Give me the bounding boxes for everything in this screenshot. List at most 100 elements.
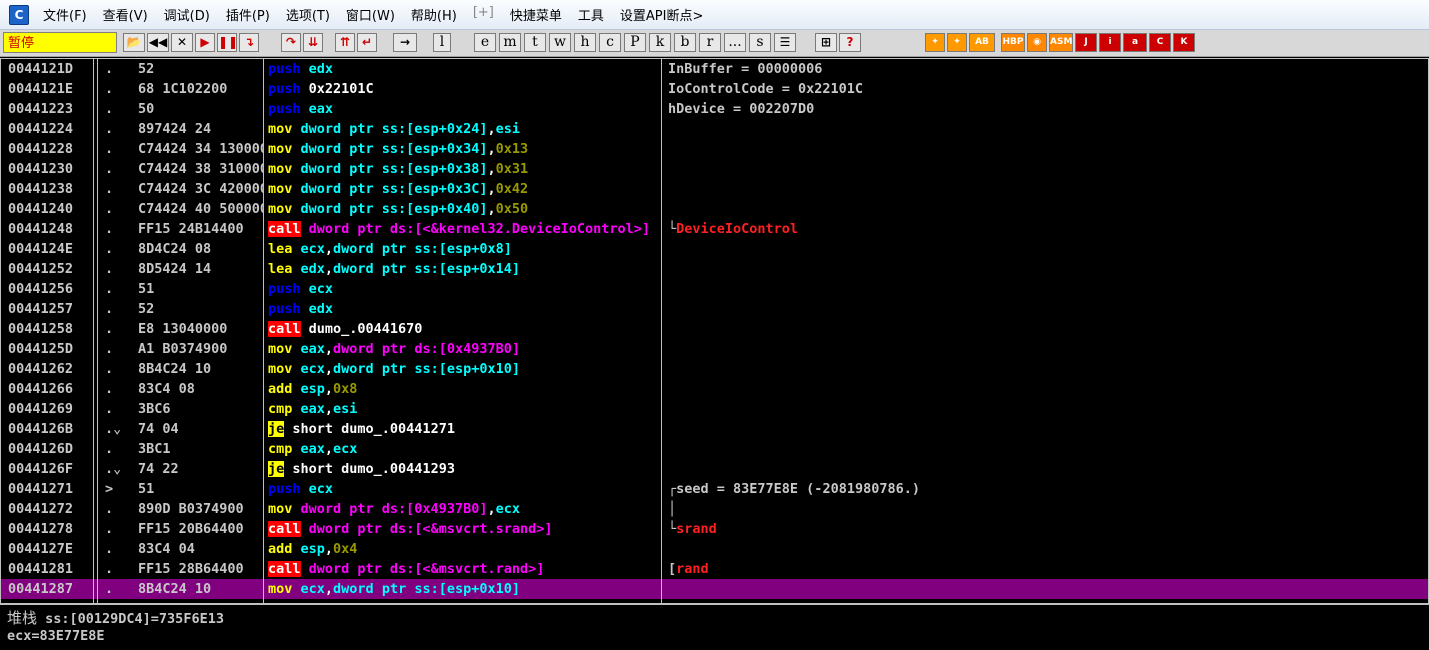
- disasm-row[interactable]: 00441223. 50 push eax hDevice = 002207D0: [1, 99, 1428, 119]
- disasm-row[interactable]: 00441258. E8 13040000 call dumo_.00441670: [1, 319, 1428, 339]
- address: 0044124E: [8, 241, 74, 257]
- jump-marker: .: [105, 181, 114, 197]
- menu-item[interactable]: 窗口(W): [338, 5, 403, 24]
- menu-item[interactable]: 工具: [570, 5, 612, 24]
- disasm-row[interactable]: 00441257. 52 push edx: [1, 299, 1428, 319]
- column-divider-hex[interactable]: [263, 58, 264, 604]
- k-button[interactable]: k: [649, 33, 671, 52]
- help-icon[interactable]: ?: [839, 33, 861, 52]
- menu-item[interactable]: 文件(F): [35, 5, 95, 24]
- column-divider-disasm[interactable]: [661, 58, 662, 604]
- disasm-row[interactable]: 00441238. C74424 3C 42000000mov dword ptr…: [1, 179, 1428, 199]
- column-divider-address[interactable]: [93, 58, 94, 604]
- close-icon[interactable]: ✕: [171, 33, 193, 52]
- address: 00441256: [8, 281, 74, 297]
- disasm-row[interactable]: 00441228. C74424 34 13000000mov dword ptr…: [1, 139, 1428, 159]
- grid-icon[interactable]: ⊞: [815, 33, 837, 52]
- plugin-1-icon[interactable]: ✦: [925, 33, 945, 52]
- l-button[interactable]: l: [433, 33, 451, 52]
- disasm-token: dword ptr ss:[esp+0x10]: [333, 581, 520, 597]
- menu-item[interactable]: 插件(P): [218, 5, 278, 24]
- disasm-token: short dumo_.00441271: [284, 421, 455, 437]
- address: 00441252: [8, 261, 74, 277]
- rewind-icon[interactable]: ◀◀: [147, 33, 169, 52]
- menu-item[interactable]: 设置API断点>: [612, 5, 711, 24]
- plugin-j-icon[interactable]: J: [1075, 33, 1097, 52]
- disasm-row[interactable]: 00441224. 897424 24 mov dword ptr ss:[esp+…: [1, 119, 1428, 139]
- plugin-a-icon[interactable]: a: [1123, 33, 1147, 52]
- address: 00441281: [8, 561, 74, 577]
- list-icon[interactable]: ☰: [774, 33, 796, 52]
- m-button[interactable]: m: [499, 33, 521, 52]
- disasm-row[interactable]: 0044126D. 3BC1 cmp eax,ecx: [1, 439, 1428, 459]
- address: 0044126F: [8, 461, 74, 477]
- disasm-token: [301, 221, 309, 237]
- disasm-row[interactable]: 0044121D. 52 push edx InBuffer = 00000006: [1, 59, 1428, 79]
- menu-item[interactable]: 选项(T): [278, 5, 338, 24]
- plugin-2-icon[interactable]: ✦: [947, 33, 967, 52]
- open-icon[interactable]: 📂: [123, 33, 145, 52]
- disasm-row[interactable]: 00441281. FF15 28B64400 call dword ptr ds:…: [1, 559, 1428, 579]
- plugin-asm-icon[interactable]: ASM: [1049, 33, 1073, 52]
- plugin-ab-icon[interactable]: AB: [969, 33, 995, 52]
- disasm-row[interactable]: 0044124E. 8D4C24 08 lea ecx,dword ptr ss:[…: [1, 239, 1428, 259]
- c-button[interactable]: c: [599, 33, 621, 52]
- plugin-hbp-icon[interactable]: HBP: [1001, 33, 1025, 52]
- app-icon[interactable]: C: [9, 4, 29, 25]
- address: 00441224: [8, 121, 74, 137]
- trace-over-icon[interactable]: ⇈: [335, 33, 355, 52]
- run-icon[interactable]: ▶: [195, 33, 215, 52]
- b-button[interactable]: b: [674, 33, 696, 52]
- disasm-row[interactable]: 00441240. C74424 40 50000000mov dword ptr…: [1, 199, 1428, 219]
- goto-icon[interactable]: →: [393, 33, 417, 52]
- disasm-row[interactable]: 0044125D. A1 B0374900 mov eax,dword ptr ds…: [1, 339, 1428, 359]
- disasm-row[interactable]: 00441269. 3BC6 cmp eax,esi: [1, 399, 1428, 419]
- disasm-token: cmp: [268, 441, 301, 457]
- menu-item[interactable]: 查看(V): [95, 5, 156, 24]
- plugin-i-icon[interactable]: i: [1099, 33, 1121, 52]
- comment: │: [668, 499, 1428, 519]
- trace-into-icon[interactable]: ⇊: [303, 33, 323, 52]
- disasm-row[interactable]: 00441248. FF15 24B14400 call dword ptr ds:…: [1, 219, 1428, 239]
- disasm-token: short dumo_.00441293: [284, 461, 455, 477]
- p-button[interactable]: P: [624, 33, 646, 52]
- address: 0044126B: [8, 421, 74, 437]
- disasm-row[interactable]: 0044126F .⌄ 74 22 je short dumo_.00441293: [1, 459, 1428, 479]
- disasm-row[interactable]: 00441287. 8B4C24 10 mov ecx,dword ptr ss:[…: [1, 579, 1428, 599]
- plugin-k-icon[interactable]: K: [1173, 33, 1195, 52]
- menu-item[interactable]: 快捷菜单: [502, 5, 570, 24]
- step-into-icon[interactable]: ↴: [239, 33, 259, 52]
- menu-item[interactable]: 调试(D): [156, 5, 218, 24]
- ellipsis-button[interactable]: ...: [724, 33, 746, 52]
- disasm-token: push: [268, 301, 309, 317]
- t-button[interactable]: t: [524, 33, 546, 52]
- h-button[interactable]: h: [574, 33, 596, 52]
- disasm-row[interactable]: 00441272. 890D B0374900 mov dword ptr ds:[…: [1, 499, 1428, 519]
- disasm-row[interactable]: 00441256. 51 push ecx: [1, 279, 1428, 299]
- r-button[interactable]: r: [699, 33, 721, 52]
- e-button[interactable]: e: [474, 33, 496, 52]
- disasm-row[interactable]: 00441230. C74424 38 31000000mov dword ptr…: [1, 159, 1428, 179]
- disassembly-pane[interactable]: 0044121D. 52 push edx InBuffer = 00000006 0…: [0, 58, 1429, 604]
- disasm-row[interactable]: 0044127E. 83C4 04 add esp,0x4: [1, 539, 1428, 559]
- disasm-row[interactable]: 00441278. FF15 20B64400 call dword ptr ds:…: [1, 519, 1428, 539]
- w-button[interactable]: w: [549, 33, 571, 52]
- disasm-token: ,: [324, 241, 334, 257]
- info-pane[interactable]: 堆栈 ss:[00129DC4]=735F6E13 ecx=83E77E8E: [0, 604, 1429, 650]
- menu-item[interactable]: [+]: [465, 5, 502, 24]
- pause-icon[interactable]: ❚❚: [217, 33, 238, 52]
- disasm-row[interactable]: 00441271 >51 push ecx ┌seed = 83E77E8E (-20…: [1, 479, 1428, 499]
- disasm-row[interactable]: 00441266. 83C4 08 add esp,0x8: [1, 379, 1428, 399]
- disasm-row[interactable]: 00441252. 8D5424 14 lea edx,dword ptr ss:[…: [1, 259, 1428, 279]
- plugin-c-icon[interactable]: C: [1149, 33, 1171, 52]
- hex-bytes: C74424 34 13000000: [138, 141, 264, 157]
- disasm-row[interactable]: 0044121E. 68 1C102200 push 0x22101C IoCont…: [1, 79, 1428, 99]
- disasm-row[interactable]: 00441262. 8B4C24 10 mov ecx,dword ptr ss:[…: [1, 359, 1428, 379]
- call-bracket: [: [668, 561, 677, 577]
- step-over-icon[interactable]: ↷: [281, 33, 301, 52]
- execute-till-return-icon[interactable]: ↵: [357, 33, 377, 52]
- menu-item[interactable]: 帮助(H): [403, 5, 465, 24]
- disasm-row[interactable]: 0044126B .⌄ 74 04 je short dumo_.00441271: [1, 419, 1428, 439]
- s-button[interactable]: s: [749, 33, 771, 52]
- plugin-target-icon[interactable]: ◉: [1027, 33, 1047, 52]
